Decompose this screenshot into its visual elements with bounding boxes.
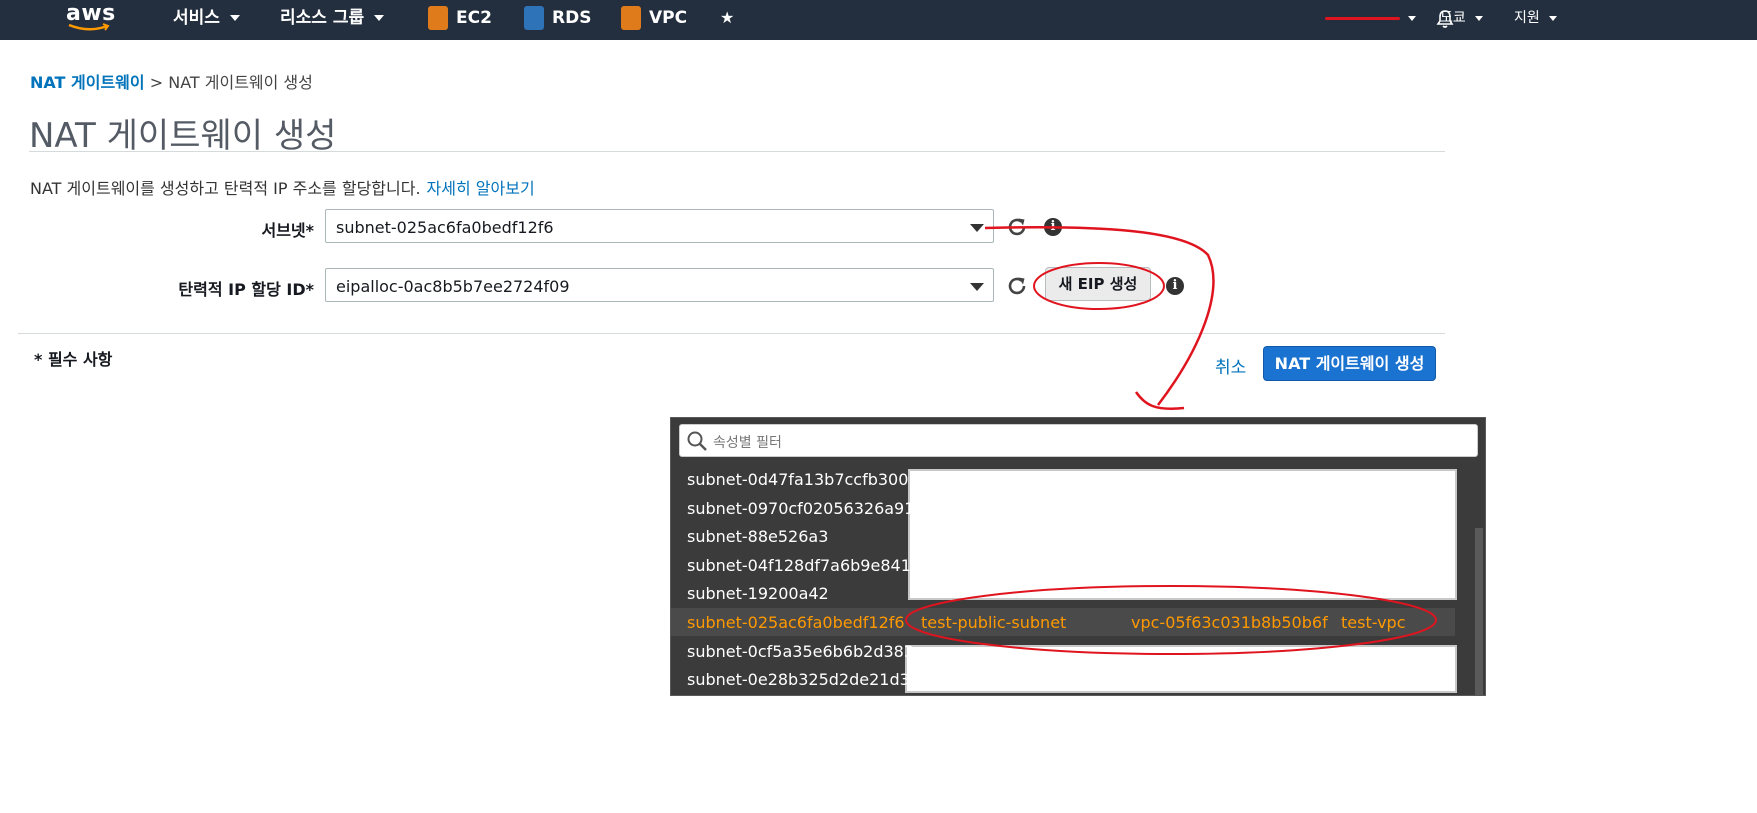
subnet-select[interactable]: subnet-025ac6fa0bedf12f6 — [325, 209, 994, 243]
subnet-option-id: subnet-0e28b325d2de21d38 — [687, 670, 920, 689]
ec2-icon — [428, 6, 448, 30]
subnet-option-id: subnet-0cf5a35e6b6b2d383 — [687, 642, 915, 661]
subnet-option[interactable]: subnet-19200a42 — [671, 579, 1461, 607]
dropdown-arrow-icon — [970, 224, 984, 232]
breadcrumb: NAT 게이트웨이 > NAT 게이트웨이 생성 — [30, 69, 313, 93]
chevron-down-icon — [374, 15, 385, 21]
rds-label: RDS — [552, 8, 592, 28]
chevron-down-icon — [1408, 15, 1416, 21]
breadcrumb-parent-link[interactable]: NAT 게이트웨이 — [30, 73, 145, 92]
subnet-option-vpc: vpc-05f63c031b8b50b6f — [1131, 613, 1328, 632]
support-label: 지원 — [1514, 10, 1540, 26]
eip-allocation-select[interactable]: eipalloc-0ac8b5b7ee2724f09 — [325, 268, 994, 302]
vpc-icon — [621, 6, 641, 30]
annotation-arrow-line — [984, 225, 1215, 406]
resource-groups-menu[interactable]: 리소스 그룹 — [280, 0, 385, 40]
info-icon[interactable]: i — [1044, 218, 1062, 236]
subnet-option-selected[interactable]: subnet-025ac6fa0bedf12f6 test-public-sub… — [671, 608, 1455, 636]
scrollbar[interactable] — [1475, 528, 1483, 695]
pin-icon[interactable]: ★ — [720, 0, 734, 40]
vpc-label: VPC — [649, 8, 688, 28]
chevron-down-icon — [1474, 15, 1483, 21]
account-menu[interactable] — [1325, 0, 1416, 40]
eip-allocation-label: 탄력적 IP 할당 ID* — [178, 280, 314, 299]
support-menu[interactable]: 지원 — [1514, 0, 1557, 40]
rds-icon — [524, 6, 544, 30]
page-title: NAT 게이트웨이 생성 — [29, 116, 337, 156]
required-fields-note: * 필수 사항 — [34, 350, 113, 369]
subnet-option-id: subnet-025ac6fa0bedf12f6 — [687, 613, 905, 632]
info-icon[interactable]: i — [1166, 277, 1184, 295]
top-nav-bar: aws 서비스 리소스 그룹 EC2 RDS VPC ★ 도쿄 지원 — [0, 0, 1757, 40]
subnet-option-id: subnet-04f128df7a6b9e841 — [687, 556, 911, 575]
refresh-icon[interactable] — [1005, 274, 1029, 298]
subnet-dropdown-list: 속성별 필터 subnet-0d47fa13b7ccfb300 subnet-0… — [670, 417, 1486, 696]
create-nat-gateway-button[interactable]: NAT 게이트웨이 생성 — [1263, 346, 1436, 381]
form-divider — [18, 333, 1445, 334]
cancel-button[interactable]: 취소 — [1215, 353, 1246, 378]
rds-shortcut[interactable]: RDS — [524, 0, 591, 40]
breadcrumb-separator: > — [149, 73, 164, 92]
learn-more-link[interactable]: 자세히 알아보기 — [427, 179, 535, 198]
redacted-account-name — [1325, 16, 1400, 20]
page-description: NAT 게이트웨이를 생성하고 탄력적 IP 주소를 할당합니다. 자세히 알아보… — [30, 175, 535, 199]
subnet-option-id: subnet-88e526a3 — [687, 527, 829, 546]
subnet-option[interactable]: subnet-0cf5a35e6b6b2d383 — [671, 637, 1461, 665]
resource-groups-label: 리소스 그룹 — [280, 8, 365, 28]
aws-smile-icon — [68, 23, 110, 31]
annotation-arrow-head — [1134, 391, 1185, 410]
dropdown-arrow-icon — [970, 283, 984, 291]
services-menu-label: 서비스 — [173, 8, 220, 28]
breadcrumb-current: NAT 게이트웨이 생성 — [168, 73, 313, 92]
subnet-option-id: subnet-0d47fa13b7ccfb300 — [687, 470, 909, 489]
filter-by-attribute-input[interactable]: 속성별 필터 — [679, 424, 1478, 457]
subnet-option[interactable]: subnet-0e28b325d2de21d38 — [671, 665, 1461, 693]
subnet-select-value: subnet-025ac6fa0bedf12f6 — [336, 218, 554, 237]
create-new-eip-button[interactable]: 새 EIP 생성 — [1045, 267, 1151, 301]
subnet-option[interactable]: subnet-0d47fa13b7ccfb300 — [671, 465, 1461, 493]
subnet-option-name: test-public-subnet — [921, 613, 1067, 632]
aws-logo[interactable]: aws — [66, 0, 116, 36]
services-menu[interactable]: 서비스 — [173, 0, 240, 40]
ec2-shortcut[interactable]: EC2 — [428, 0, 492, 40]
title-divider — [29, 151, 1445, 152]
filter-placeholder: 속성별 필터 — [713, 435, 782, 451]
refresh-icon[interactable] — [1005, 215, 1029, 239]
chevron-down-icon — [1548, 15, 1557, 21]
subnet-label: 서브넷* — [261, 221, 314, 240]
description-text: NAT 게이트웨이를 생성하고 탄력적 IP 주소를 할당합니다. — [30, 179, 421, 198]
region-menu[interactable]: 도쿄 — [1440, 0, 1483, 40]
subnet-option-vpc-name: test-vpc — [1341, 613, 1406, 632]
subnet-option-id: subnet-0970cf02056326a91 — [687, 499, 915, 518]
eip-allocation-value: eipalloc-0ac8b5b7ee2724f09 — [336, 277, 570, 296]
subnet-option[interactable]: subnet-0970cf02056326a91 — [671, 494, 1461, 522]
ec2-label: EC2 — [456, 8, 492, 28]
vpc-shortcut[interactable]: VPC — [621, 0, 687, 40]
subnet-option[interactable]: subnet-88e526a3 — [671, 522, 1461, 550]
subnet-option-id: subnet-19200a42 — [687, 584, 829, 603]
chevron-down-icon — [229, 15, 240, 21]
subnet-option[interactable]: subnet-04f128df7a6b9e841 — [671, 551, 1461, 579]
region-label: 도쿄 — [1440, 10, 1466, 26]
search-icon — [687, 431, 707, 451]
